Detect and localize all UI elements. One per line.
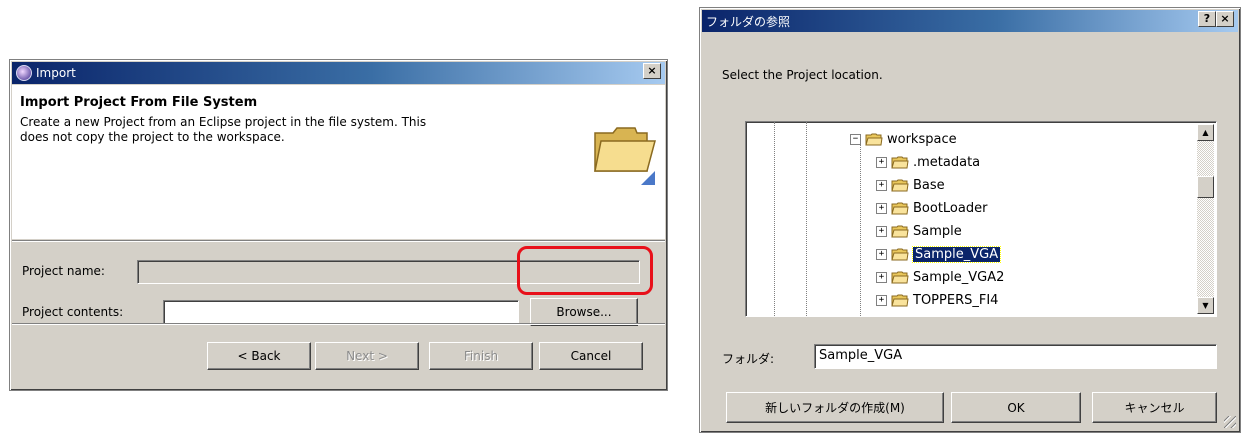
tree-item[interactable]: + Sample_VGA (876, 243, 1002, 265)
scroll-up-icon[interactable]: ▲ (1197, 124, 1214, 141)
project-contents-input[interactable] (163, 300, 519, 324)
tree-item-label: Base (913, 177, 945, 193)
tree-item[interactable]: + Sample (876, 220, 962, 242)
cancel-button[interactable]: Cancel (539, 342, 643, 370)
tree-guide-line (774, 122, 775, 316)
new-folder-button[interactable]: 新しいフォルダの作成(M) (726, 392, 944, 423)
finish-button[interactable]: Finish (429, 342, 533, 370)
folder-icon (891, 225, 909, 238)
import-title: Import (36, 66, 76, 80)
tree-item-label: .metadata (913, 154, 981, 170)
folder-icon (891, 294, 909, 307)
resize-grip[interactable] (1224, 416, 1236, 428)
tree-item[interactable]: + TOPPERS_FI4 (876, 289, 998, 311)
browse-title: フォルダの参照 (706, 14, 791, 29)
eclipse-icon (16, 65, 32, 81)
folder-icon (865, 133, 883, 146)
expand-icon[interactable]: + (876, 156, 887, 168)
next-button[interactable]: Next > (315, 342, 419, 370)
tree-item[interactable]: + BootLoader (876, 197, 987, 219)
tree-item[interactable]: + Sample_VGA2 (876, 266, 1004, 288)
browse-highlight-ring (517, 246, 653, 295)
help-icon[interactable]: ? (1198, 11, 1216, 27)
tree-item-label: workspace (887, 131, 957, 147)
expand-icon[interactable]: + (876, 294, 887, 306)
footer-separator (12, 323, 665, 325)
tree-item[interactable]: + Base (876, 174, 945, 196)
folder-icon (891, 271, 909, 284)
tree-item-label: Sample_VGA (911, 245, 1002, 263)
import-description: Create a new Project from an Eclipse pro… (20, 115, 427, 144)
folder-icon (891, 156, 909, 169)
back-button[interactable]: < Back (207, 342, 311, 370)
tree-guide-line (860, 144, 861, 316)
tree-item-label: TOPPERS_FI4 (913, 292, 999, 308)
expand-icon[interactable]: + (876, 179, 887, 191)
expand-icon[interactable]: + (876, 202, 887, 214)
collapse-icon[interactable]: − (850, 133, 861, 145)
folder-icon (891, 202, 909, 215)
tree-scrollbar[interactable]: ▲ ▼ (1197, 124, 1214, 314)
folder-icon (891, 179, 909, 192)
close-icon[interactable]: × (643, 63, 661, 79)
folder-label: フォルダ: (722, 352, 775, 366)
tree-item[interactable]: + .metadata (876, 151, 980, 173)
project-name-label: Project name: (22, 264, 105, 278)
tree-item-label: BootLoader (913, 200, 988, 216)
scroll-thumb[interactable] (1197, 176, 1214, 198)
browse-button[interactable]: Browse... (530, 298, 638, 326)
folder-input[interactable]: Sample_VGA (814, 344, 1217, 369)
browse-cancel-button[interactable]: キャンセル (1092, 392, 1217, 423)
scroll-down-icon[interactable]: ▼ (1197, 297, 1214, 314)
folder-icon (891, 248, 909, 261)
tree-guide-line (806, 122, 807, 316)
import-titlebar[interactable]: Import (12, 62, 665, 84)
import-heading: Import Project From File System (20, 95, 258, 110)
import-header-panel: Import Project From File System Create a… (12, 85, 665, 239)
browse-instruction: Select the Project location. (722, 68, 883, 82)
expand-icon[interactable]: + (876, 225, 887, 237)
project-contents-label: Project contents: (22, 305, 124, 319)
header-separator (12, 240, 665, 242)
folder-wizard-icon (589, 113, 663, 187)
close-icon[interactable]: × (1216, 11, 1234, 27)
browse-titlebar[interactable]: フォルダの参照 (702, 10, 1238, 32)
tree-item-label: Sample_VGA2 (913, 269, 1005, 285)
ok-button[interactable]: OK (951, 392, 1081, 423)
import-dialog: Import × Import Project From File System… (9, 59, 668, 391)
tree-item[interactable]: − workspace (850, 128, 957, 150)
expand-icon[interactable]: + (876, 271, 887, 283)
tree-item-label: Sample (913, 223, 962, 239)
folder-tree[interactable]: − workspace + .metadata + Base + BootLoader + Sam… (745, 121, 1217, 317)
expand-icon[interactable]: + (876, 248, 887, 260)
